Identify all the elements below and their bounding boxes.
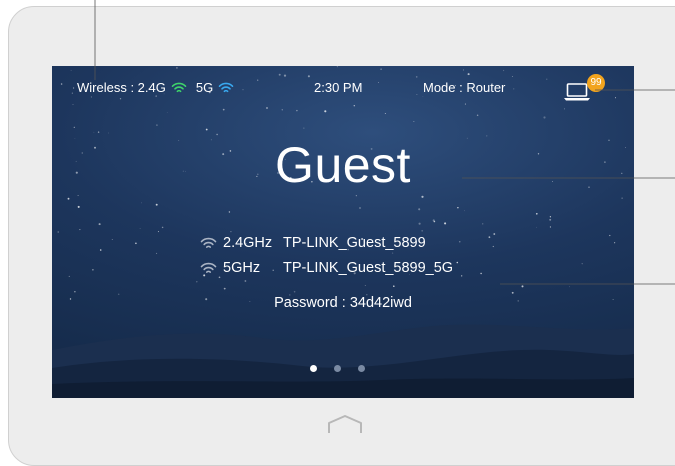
network-row-5g: 5GHz TP-LINK_Guest_5899_5G [199,260,453,276]
client-count-badge: 99 [587,74,605,92]
touchscreen-display: Wireless : 2.4G 5G 2:30 PM Mode : Router… [52,66,634,398]
wifi-icon [200,237,217,248]
wifi-icon [200,262,217,273]
wifi-2g-icon [171,82,187,93]
clock-time: 2:30 PM [314,80,363,95]
page-title: Guest [275,137,411,193]
network-ssid: TP-LINK_Guest_5899_5G [283,260,454,276]
band-5g-label: 5G [195,80,214,95]
router-mode: Mode : Router [423,80,506,95]
guest-password: Password : 34d42iwd [274,295,412,311]
page-dot[interactable] [358,365,365,372]
page-dot[interactable] [310,365,317,372]
network-ssid: TP-LINK_Guest_5899 [283,235,426,251]
wireless-label: Wireless : 2.4G [77,80,166,95]
wifi-5g-icon [218,82,234,93]
page-dot[interactable] [334,365,341,372]
page-indicator[interactable] [310,365,365,372]
network-band: 5GHz [223,260,261,276]
home-icon[interactable] [325,413,365,435]
network-band: 2.4GHz [223,235,273,251]
network-row-2g: 2.4GHz TP-LINK_Guest_5899 [199,235,426,251]
wireless-status: Wireless : 2.4G 5G [77,80,240,95]
